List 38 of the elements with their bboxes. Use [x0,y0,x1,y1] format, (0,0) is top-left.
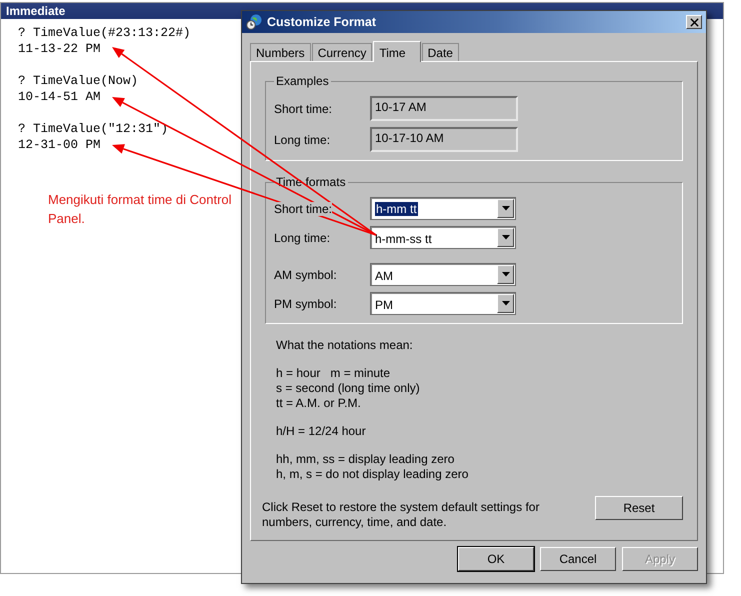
tab[interactable]: Time [373,41,421,62]
notation-text: s = second (long time only) [276,381,421,396]
field-label: Long time: [274,230,330,244]
output-line: 12-31-00 PM [18,137,101,153]
notation-text: tt = A.M. or P.M. [276,396,362,411]
field-label: Short time: [274,102,332,116]
reset-button[interactable]: Reset [595,496,683,520]
output-line: 10-14-51 AM [18,89,101,105]
field-label: Long time: [274,132,330,146]
reset-note: Click Reset to restore the system default settings for numbers, currency, time, and date. [262,500,540,530]
format-combo[interactable]: h-mm-ss tt [370,226,516,249]
dialog-button[interactable]: Cancel [540,547,616,571]
dialog-button[interactable]: OK [458,547,534,571]
group-title: Examples [275,74,330,88]
format-combo[interactable]: h-mm tt [370,197,516,220]
globe-clock-icon [246,14,262,30]
tab[interactable]: Date [422,43,459,61]
notation-text: hh, mm, ss = display leading zero [276,452,456,467]
annotation-text: Mengikuti format time di Control Panel. [48,191,233,228]
format-combo[interactable]: PM [370,292,516,315]
example-field: 10-17 AM [370,96,518,121]
code-line: ? TimeValue(Now) [18,73,138,89]
notation-text: h = hour m = minute [276,366,392,381]
field-label: Short time: [274,202,332,216]
field-label: PM symbol: [274,296,337,310]
code-line: ? TimeValue("12:31") [18,121,168,137]
close-icon [690,18,698,26]
example-field: 10-17-10 AM [370,127,518,152]
format-combo[interactable]: AM [370,263,516,286]
tab[interactable]: Numbers [250,43,311,61]
notation-text: h, m, s = do not display leading zero [276,467,470,482]
close-button[interactable] [686,15,702,29]
notation-text: What the notations mean: [276,338,414,353]
notation-text: h/H = 12/24 hour [276,424,367,439]
output-line: 11-13-22 PM [18,41,101,57]
code-line: ? TimeValue(#23:13:22#) [18,25,191,41]
field-label: AM symbol: [274,268,337,282]
tab[interactable]: Currency [312,43,372,61]
